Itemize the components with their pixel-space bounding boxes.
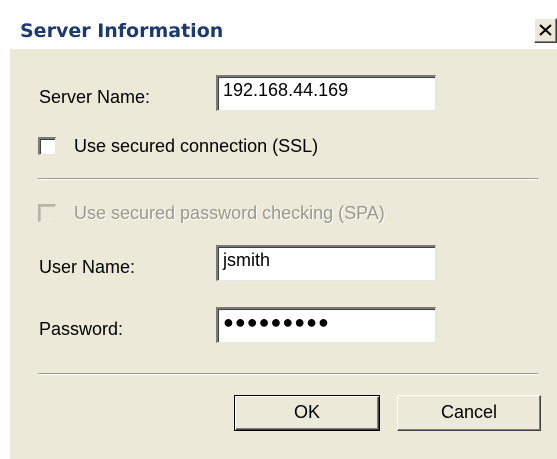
spa-checkbox xyxy=(38,204,56,222)
separator xyxy=(38,178,538,180)
dialog-title: Server Information xyxy=(20,20,224,42)
ok-button[interactable]: OK xyxy=(234,395,380,431)
cancel-button[interactable]: Cancel xyxy=(397,395,541,431)
password-label: Password: xyxy=(39,319,124,339)
server-name-input[interactable]: 192.168.44.169 xyxy=(216,75,436,111)
ssl-checkbox-label[interactable]: Use secured connection (SSL) xyxy=(74,136,318,157)
close-icon xyxy=(539,24,552,36)
password-input[interactable]: ●●●●●●●●● xyxy=(216,307,436,343)
server-information-dialog: Server Information Server Name: 192.168.… xyxy=(0,0,557,459)
ssl-checkbox[interactable] xyxy=(38,137,56,155)
separator xyxy=(38,373,538,375)
title-bar: Server Information xyxy=(9,15,557,49)
spa-checkbox-label: Use secured password checking (SPA) xyxy=(74,203,385,223)
user-name-input[interactable]: jsmith xyxy=(216,245,436,281)
user-name-label: User Name: xyxy=(39,257,136,277)
close-button[interactable] xyxy=(534,18,557,43)
server-name-label: Server Name: xyxy=(39,87,151,107)
